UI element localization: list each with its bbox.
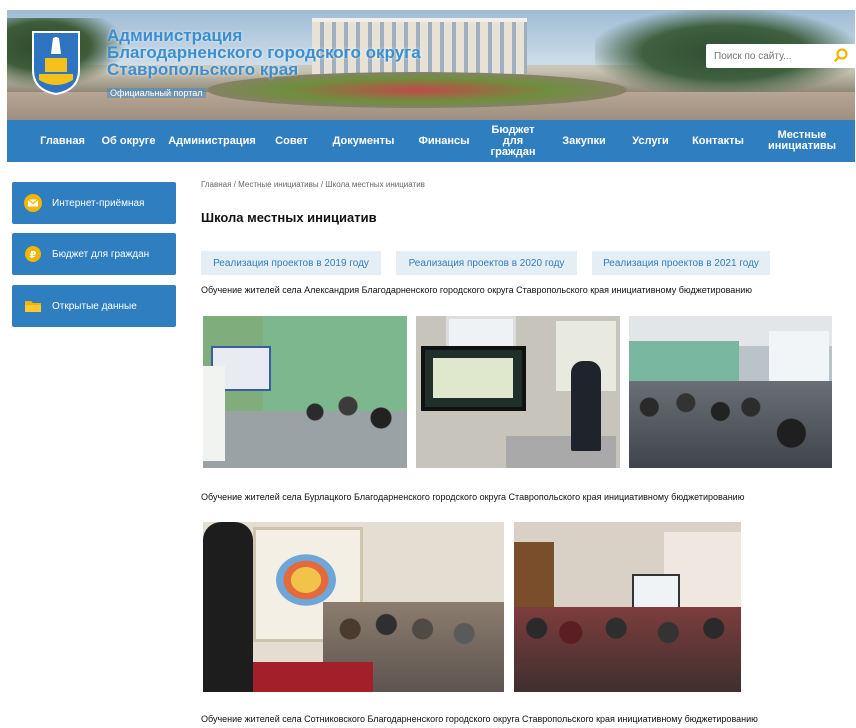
nav-item-services[interactable]: Услуги: [623, 120, 678, 162]
caption-aleksandria: Обучение жителей села Александрия Благод…: [201, 285, 753, 295]
nav-item-budget[interactable]: Бюджет для граждан: [485, 120, 541, 162]
tab-projects-2020[interactable]: Реализация проектов в 2020 году: [396, 251, 577, 275]
caption-sotnikovskoe: Обучение жителей села Сотниковского Благ…: [201, 714, 758, 724]
site-title-line-3: Ставропольского края: [107, 60, 299, 79]
nav-item-local-initiatives[interactable]: Местные инициативы: [759, 120, 845, 162]
coin-icon: ₽: [25, 246, 41, 262]
main-nav: Главная Об округе Администрация Совет До…: [7, 120, 855, 162]
photo-aleksandria-3[interactable]: [629, 316, 832, 468]
sidebar-item-label: Открытые данные: [52, 300, 137, 312]
photo-crowd: [514, 607, 741, 692]
nav-item-procurement[interactable]: Закупки: [553, 120, 615, 162]
photo-aleksandria-2[interactable]: [416, 316, 620, 468]
sidebar-item-label: Бюджет для граждан: [52, 248, 150, 260]
nav-item-council[interactable]: Совет: [269, 120, 314, 162]
site-subtitle: Официальный портал: [107, 88, 206, 98]
site-title[interactable]: Администрация Благодарненского городског…: [107, 27, 421, 78]
nav-item-documents[interactable]: Документы: [325, 120, 402, 162]
nav-item-administration[interactable]: Администрация: [164, 120, 260, 162]
sidebar-item-open-data[interactable]: Открытые данные: [12, 285, 176, 327]
photo-screen: [632, 574, 680, 610]
search-icon[interactable]: [834, 48, 848, 62]
photo-tv: [421, 346, 526, 411]
nav-item-finance[interactable]: Финансы: [411, 120, 477, 162]
nav-item-contacts[interactable]: Контакты: [685, 120, 751, 162]
coat-of-arms-logo[interactable]: [31, 30, 81, 96]
site-title-line-2: Благодарненского городского округа: [107, 43, 421, 62]
caption-burlatskoe: Обучение жителей села Бурлацкого Благода…: [201, 492, 745, 502]
photo-aleksandria-1[interactable]: [203, 316, 407, 468]
photo-people: [293, 388, 403, 448]
sidebar-item-internet-reception[interactable]: Интернет-приёмная: [12, 182, 176, 224]
photo-screen: [203, 366, 225, 461]
nav-item-home[interactable]: Главная: [35, 120, 90, 162]
tab-projects-2021[interactable]: Реализация проектов в 2021 году: [592, 251, 770, 275]
search-box[interactable]: [706, 44, 856, 68]
page-title: Школа местных инициатив: [201, 210, 377, 225]
tab-projects-2019[interactable]: Реализация проектов в 2019 году: [201, 251, 381, 275]
sidebar-item-label: Интернет-приёмная: [52, 197, 145, 209]
nav-item-about[interactable]: Об округе: [96, 120, 161, 162]
photo-speaker: [203, 522, 253, 692]
envelope-icon: [24, 194, 42, 212]
site-title-line-1: Администрация: [107, 26, 243, 45]
photo-burlatskoe-2[interactable]: [514, 522, 741, 692]
photo-crowd: [629, 381, 832, 468]
folder-icon: [25, 301, 41, 312]
photo-speaker: [571, 361, 601, 451]
svg-text:₽: ₽: [30, 250, 37, 261]
sidebar-item-citizen-budget[interactable]: ₽ Бюджет для граждан: [12, 233, 176, 275]
breadcrumb[interactable]: Главная / Местные инициативы / Школа мес…: [201, 180, 425, 189]
photo-burlatskoe-1[interactable]: [203, 522, 504, 692]
search-input[interactable]: [714, 50, 832, 62]
